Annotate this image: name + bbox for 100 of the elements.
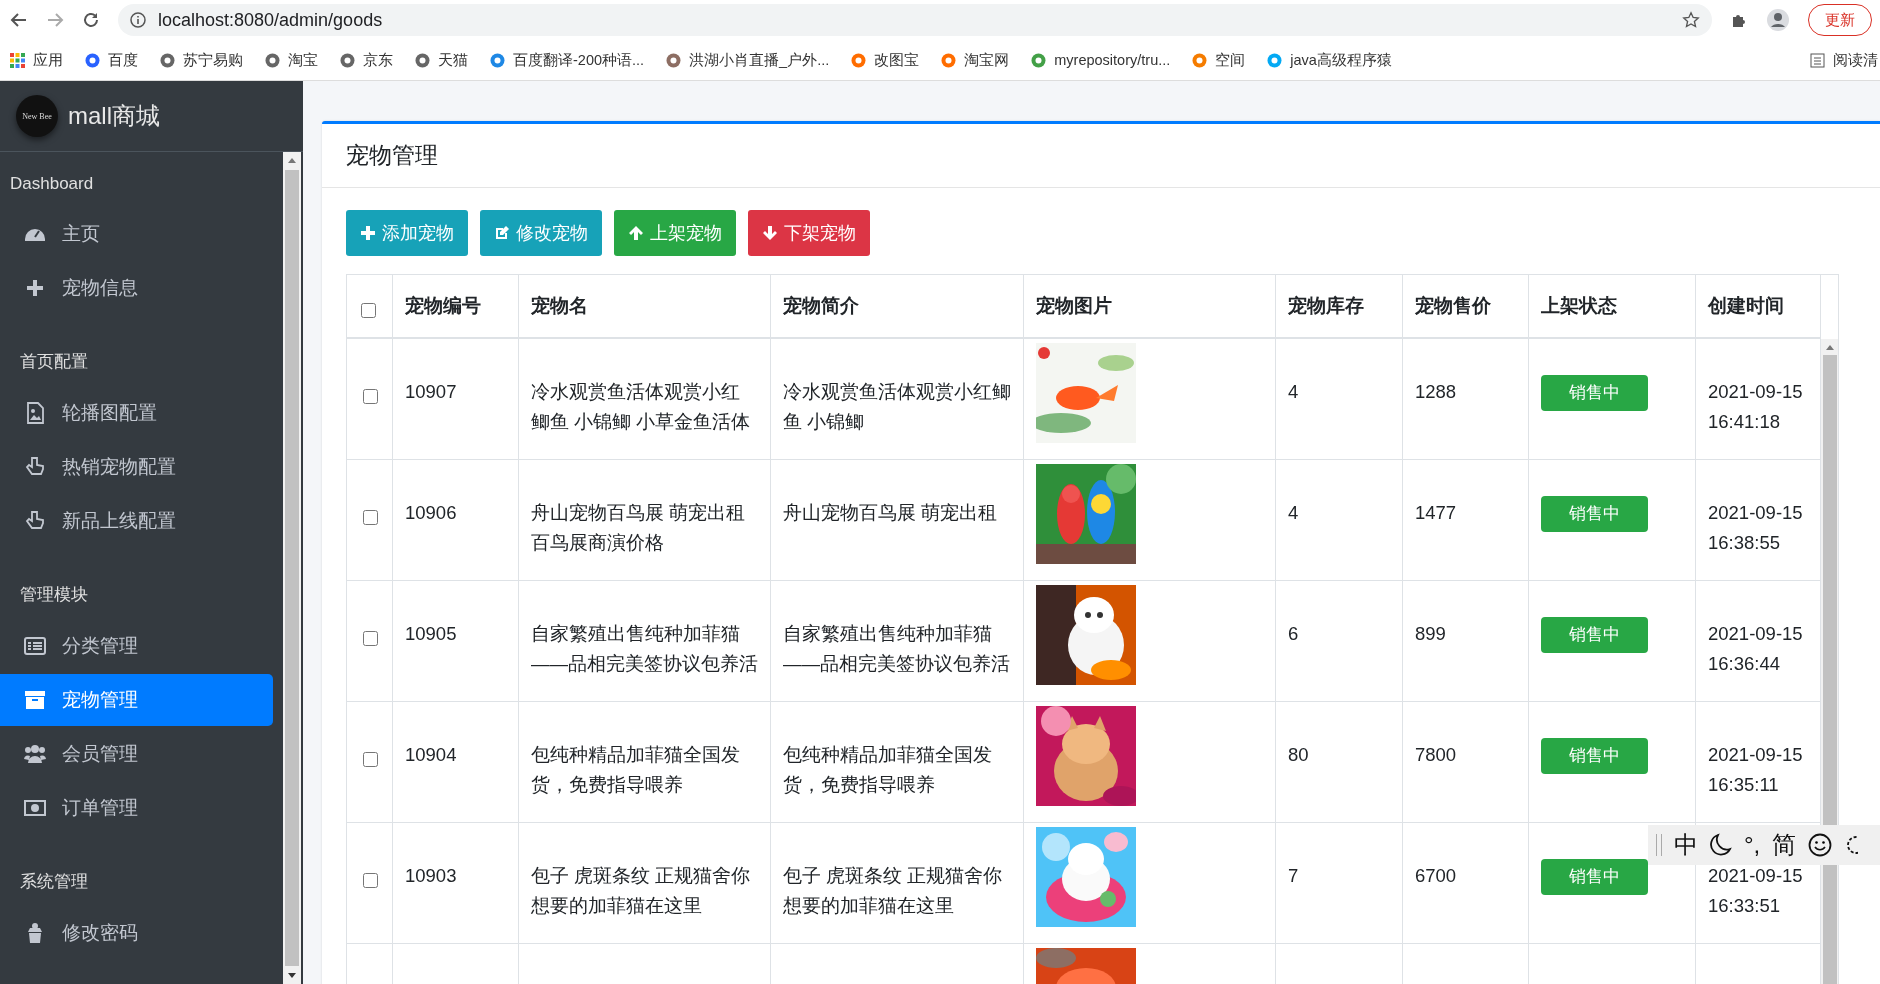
info-icon — [130, 12, 146, 28]
table-cell: 自家繁殖出售纯种加菲猫——品相完美签协议包养活 — [783, 623, 1010, 674]
table-cell: 冷水观赏鱼活体观赏小红鲫鱼 小锦鲫 小草金鱼活体 — [531, 381, 751, 432]
arrow-up-icon — [628, 225, 644, 241]
site-icon — [1192, 52, 1208, 68]
time-text: 16:36:44 — [1708, 652, 1780, 676]
bookmark[interactable]: 空间 — [1192, 50, 1246, 70]
select-all-checkbox[interactable] — [361, 303, 376, 318]
site-icon — [85, 52, 100, 68]
table-cell: 4 — [1288, 381, 1299, 402]
status-badge: 销售中 — [1541, 375, 1648, 411]
users-icon — [24, 743, 46, 765]
star-icon[interactable] — [1682, 11, 1700, 29]
ime-button[interactable]: 中 — [1674, 829, 1698, 861]
table-cell: 10903 — [405, 865, 457, 886]
time-text: 16:33:51 — [1708, 894, 1780, 918]
bookmark[interactable]: java高级程序猿 — [1267, 50, 1392, 70]
reading-list[interactable]: 阅读清 — [1810, 50, 1878, 70]
scrollbar[interactable] — [1821, 339, 1838, 984]
row-checkbox[interactable] — [363, 873, 378, 888]
archive-icon — [24, 689, 46, 711]
table-cell: 6700 — [1415, 865, 1457, 886]
smiley-icon[interactable] — [1808, 833, 1833, 857]
column-header: 宠物名 — [518, 275, 770, 337]
column-header: 宠物售价 — [1402, 275, 1528, 337]
ime-button[interactable]: °, — [1744, 831, 1761, 859]
scroll-down-icon[interactable] — [287, 972, 297, 980]
bookmark[interactable]: 淘宝 — [265, 50, 318, 70]
bookmark[interactable]: 百度 — [85, 50, 138, 70]
time-text: 16:41:18 — [1708, 410, 1780, 434]
ime-button[interactable]: 简 — [1772, 829, 1797, 861]
site-icon — [160, 52, 175, 68]
apps-grid-icon — [10, 52, 25, 68]
scroll-up-icon[interactable] — [287, 156, 297, 164]
bookmark[interactable]: 洪湖小肖直播_户外... — [666, 50, 830, 70]
site-icon — [1267, 52, 1283, 68]
row-checkbox[interactable] — [363, 752, 378, 767]
edit-icon — [494, 225, 510, 241]
column-header: 宠物图片 — [1023, 275, 1275, 337]
nav-item[interactable]: 修改密码 — [0, 907, 273, 959]
bookmark[interactable]: 应用 — [10, 50, 63, 70]
reload-icon[interactable] — [82, 11, 100, 29]
nav-item[interactable]: 新品上线配置 — [0, 495, 273, 547]
table-cell: 899 — [1415, 623, 1446, 644]
nav-item[interactable]: 宠物信息 — [0, 262, 273, 314]
bookmark[interactable]: myrepository/tru... — [1031, 52, 1171, 68]
nav-item[interactable]: 热销宠物配置 — [0, 441, 273, 493]
list-icon — [24, 635, 46, 657]
image-icon — [24, 402, 46, 424]
table-cell: 包纯种精品加菲猫全国发货，免费指导喂养 — [783, 744, 992, 795]
table-cell: 7800 — [1415, 744, 1457, 765]
row-checkbox[interactable] — [363, 510, 378, 525]
table-cell: 1477 — [1415, 502, 1457, 523]
plus-icon — [360, 225, 376, 241]
scrollbar[interactable] — [283, 152, 301, 984]
column-header: 上架状态 — [1528, 275, 1695, 337]
address-bar[interactable]: localhost:8080/admin/goods — [118, 4, 1712, 36]
table-cell: 6 — [1288, 623, 1299, 644]
hand-icon — [24, 456, 46, 478]
table-cell: 包纯种精品加菲猫全国发货，免费指导喂养 — [531, 744, 740, 795]
status-badge: 销售中 — [1541, 738, 1648, 774]
site-icon — [340, 52, 355, 68]
back-icon[interactable] — [10, 11, 28, 29]
delist-button[interactable]: 下架宠物 — [748, 210, 870, 256]
section-title: 首页配置 — [19, 351, 89, 373]
bookmark[interactable]: 苏宁易购 — [160, 50, 243, 70]
table-cell: 包子 虎斑条纹 正规猫舍你想要的加菲猫在这里 — [531, 865, 751, 916]
section-title: Dashboard — [9, 173, 95, 195]
scroll-up-icon[interactable] — [1824, 343, 1835, 351]
moon-icon[interactable] — [1710, 833, 1732, 857]
section-title: 系统管理 — [19, 871, 89, 893]
time-text: 16:38:55 — [1708, 531, 1780, 555]
bookmark[interactable]: 改图宝 — [851, 50, 920, 70]
time-text: 16:35:11 — [1708, 773, 1779, 797]
forward-icon[interactable] — [46, 11, 64, 29]
avatar-icon[interactable] — [1766, 8, 1790, 32]
bookmark[interactable]: 天猫 — [415, 50, 468, 70]
date-text: 2021-09-15 — [1708, 743, 1803, 767]
site-icon — [941, 52, 957, 68]
site-icon — [666, 52, 682, 68]
card-title: 宠物管理 — [346, 142, 438, 168]
nav-item[interactable]: 订单管理 — [0, 782, 273, 834]
update-button[interactable]: 更新 — [1808, 4, 1872, 36]
date-text: 2021-09-15 — [1708, 864, 1803, 888]
table-cell: 4 — [1288, 502, 1299, 523]
row-checkbox[interactable] — [363, 631, 378, 646]
date-text: 2021-09-15 — [1708, 380, 1803, 404]
bookmark[interactable]: 京东 — [340, 50, 393, 70]
status-badge: 销售中 — [1541, 617, 1648, 653]
bookmark[interactable]: 百度翻译-200种语... — [490, 50, 645, 70]
nav-item[interactable]: 会员管理 — [0, 728, 273, 780]
date-text: 2021-09-15 — [1708, 501, 1803, 525]
brand-name: mall商城 — [68, 101, 160, 131]
status-badge: 销售中 — [1541, 859, 1648, 895]
nav-item[interactable]: 轮播图配置 — [0, 387, 273, 439]
nav-item[interactable]: 主页 — [0, 208, 273, 260]
nav-item[interactable]: 分类管理 — [0, 620, 273, 672]
row-checkbox[interactable] — [363, 389, 378, 404]
bookmark[interactable]: 淘宝网 — [941, 50, 1010, 70]
nav-item[interactable]: 宠物管理 — [0, 674, 273, 726]
